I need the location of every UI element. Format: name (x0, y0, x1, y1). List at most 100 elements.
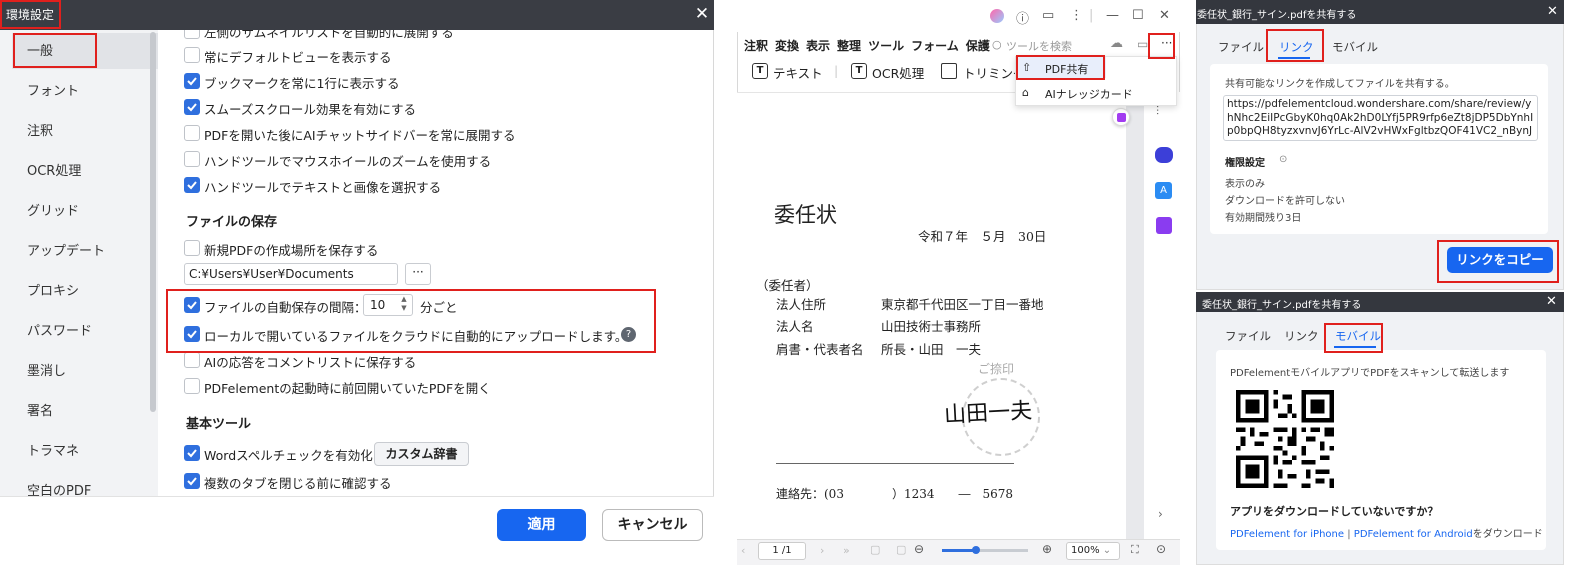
checkbox[interactable] (184, 378, 200, 394)
doc-address: 東京都千代田区一丁目一番地 (881, 297, 1044, 312)
chat-icon[interactable]: ▭ (1042, 8, 1054, 23)
close-icon[interactable]: ✕ (1159, 8, 1170, 23)
tool-crop[interactable]: トリミング (963, 63, 1015, 82)
browse-button[interactable]: ··· (405, 263, 431, 285)
option-label: ハンドツールでマウスホイールのズームを使用する (204, 154, 492, 169)
avatar[interactable] (990, 9, 1004, 23)
sidebar-item-font[interactable]: フォント (27, 80, 79, 99)
settings-titlebar (0, 0, 714, 30)
download-links: PDFelement for iPhone | PDFelement for A… (1230, 525, 1543, 540)
menu-annotate[interactable]: 注釈 (744, 39, 768, 53)
settings-sliders-icon[interactable]: ⫶ (1156, 104, 1159, 119)
last-page-icon[interactable]: » (843, 544, 850, 557)
option-label: 新規PDFの作成場所を保存する (204, 243, 379, 258)
checkbox-checked[interactable] (184, 445, 200, 461)
checkbox-checked[interactable] (184, 99, 200, 115)
sidebar-item-redaction[interactable]: 墨消し (27, 360, 66, 379)
share-url-field[interactable]: https://pdfelementcloud.wondershare.com/… (1223, 95, 1538, 141)
translate-icon[interactable]: A (1155, 182, 1172, 199)
document-scrollbar[interactable] (1126, 92, 1144, 539)
tab-link[interactable]: リンク (1284, 328, 1319, 344)
option-label: AIの応答をコメントリストに保存する (204, 355, 417, 370)
popup-item-ai-knowledge[interactable]: AIナレッジカード (1045, 86, 1133, 102)
panel-icon[interactable]: ▭ (1137, 37, 1148, 51)
sidebar-item-update[interactable]: アップデート (27, 240, 105, 259)
chevron-down-icon: ⌄ (1102, 545, 1112, 556)
tool-search-input[interactable]: ツールを検索 (1006, 38, 1072, 54)
sidebar-item-trademark[interactable]: トラマネ (27, 440, 79, 459)
section-heading-save: ファイルの保存 (186, 215, 278, 230)
checkbox[interactable] (184, 30, 200, 39)
handwritten-signature: 山田一夫 (943, 398, 1033, 429)
next-page-icon[interactable]: › (820, 544, 824, 557)
tool-ocr[interactable]: OCR処理 (872, 63, 924, 82)
doc-rep-label: 肩書・代表者名 (776, 342, 864, 357)
menu-view[interactable]: 表示 (806, 39, 830, 53)
sidebar-item-ocr[interactable]: OCR処理 (27, 160, 81, 179)
checklist-icon[interactable] (1156, 217, 1172, 234)
doc-name-label: 法人名 (776, 319, 814, 334)
fit-page-icon[interactable]: ▢ (870, 543, 880, 556)
close-icon[interactable]: ✕ (692, 4, 712, 24)
doc-address-label: 法人住所 (776, 297, 827, 312)
more-circle-icon[interactable]: ⊙ (1156, 542, 1166, 556)
doc-rep: 所長・山田 一夫 (881, 342, 982, 357)
ai-robot-icon[interactable] (1155, 147, 1173, 163)
permission-item: 表示のみ (1225, 179, 1265, 190)
tab-mobile[interactable]: モバイル (1332, 39, 1378, 55)
highlight-box (1148, 33, 1175, 59)
sidebar-item-annotation[interactable]: 注釈 (27, 120, 53, 139)
iphone-link[interactable]: PDFelement for iPhone (1230, 529, 1344, 540)
sidebar-scrollbar[interactable] (150, 32, 156, 412)
menu-form[interactable]: フォーム (911, 39, 959, 53)
checkbox-checked[interactable] (184, 473, 200, 489)
highlight-box (1266, 29, 1324, 62)
permission-item: ダウンロードを許可しない (1225, 196, 1345, 207)
sidebar-item-grid[interactable]: グリッド (27, 200, 79, 219)
maximize-icon[interactable]: ☐ (1132, 8, 1144, 23)
doc-date: 令和７年 ５月 30日 (918, 229, 1047, 244)
fullscreen-icon[interactable]: ⛶ (1131, 543, 1139, 557)
option-label: PDFelementの起動時に前回開いていたPDFを開く (204, 381, 491, 396)
settings-circle-icon[interactable]: ⊙ (1279, 154, 1287, 165)
help-circle-icon[interactable]: ⓘ (1016, 8, 1029, 27)
chevron-right-icon[interactable]: › (1158, 507, 1163, 521)
zoom-out-icon[interactable]: ⊖ (914, 542, 924, 556)
link-separator: | (1347, 529, 1351, 540)
checkbox[interactable] (184, 352, 200, 368)
prev-page-icon[interactable]: ‹ (741, 544, 745, 557)
sidebar-item-signature[interactable]: 署名 (27, 400, 53, 419)
zoom-select[interactable]: 100% ⌄ (1066, 542, 1120, 560)
zoom-in-icon[interactable]: ⊕ (1042, 542, 1052, 556)
sidebar-item-password[interactable]: パスワード (27, 320, 92, 339)
checkbox-checked[interactable] (184, 73, 200, 89)
menu-convert[interactable]: 変換 (775, 39, 799, 53)
sidebar-item-proxy[interactable]: プロキシ (27, 280, 79, 299)
checkbox[interactable] (184, 240, 200, 256)
kebab-menu-icon[interactable]: ⋮ (1070, 8, 1083, 23)
zoom-slider-fill (942, 549, 977, 552)
minimize-icon[interactable]: — (1106, 8, 1119, 23)
cloud-upload-icon[interactable]: ☁ (1110, 36, 1123, 51)
ocr-icon: T (851, 63, 867, 79)
close-icon[interactable]: ✕ (1546, 294, 1557, 309)
menu-organize[interactable]: 整理 (837, 39, 861, 53)
menu-tools[interactable]: ツール (868, 39, 904, 53)
page-input[interactable]: 1 /1 (758, 542, 806, 560)
ai-bubble-icon[interactable] (1112, 108, 1130, 126)
checkbox[interactable] (184, 151, 200, 167)
checkbox-checked[interactable] (184, 177, 200, 193)
android-link[interactable]: PDFelement for Android (1354, 529, 1473, 540)
tab-file[interactable]: ファイル (1218, 39, 1264, 55)
cancel-button[interactable]: キャンセル (602, 509, 703, 541)
checkbox[interactable] (184, 47, 200, 63)
menu-protect[interactable]: 保護 (966, 39, 990, 53)
close-icon[interactable]: ✕ (1547, 4, 1558, 19)
save-path-input[interactable]: C:¥Users¥User¥Documents (184, 263, 398, 285)
fit-width-icon[interactable]: ▢ (896, 543, 906, 556)
apply-button[interactable]: 適用 (497, 509, 586, 541)
custom-dictionary-button[interactable]: カスタム辞書 (374, 442, 469, 466)
tool-text[interactable]: テキスト (773, 63, 823, 82)
tab-file[interactable]: ファイル (1225, 328, 1271, 344)
checkbox[interactable] (184, 125, 200, 141)
